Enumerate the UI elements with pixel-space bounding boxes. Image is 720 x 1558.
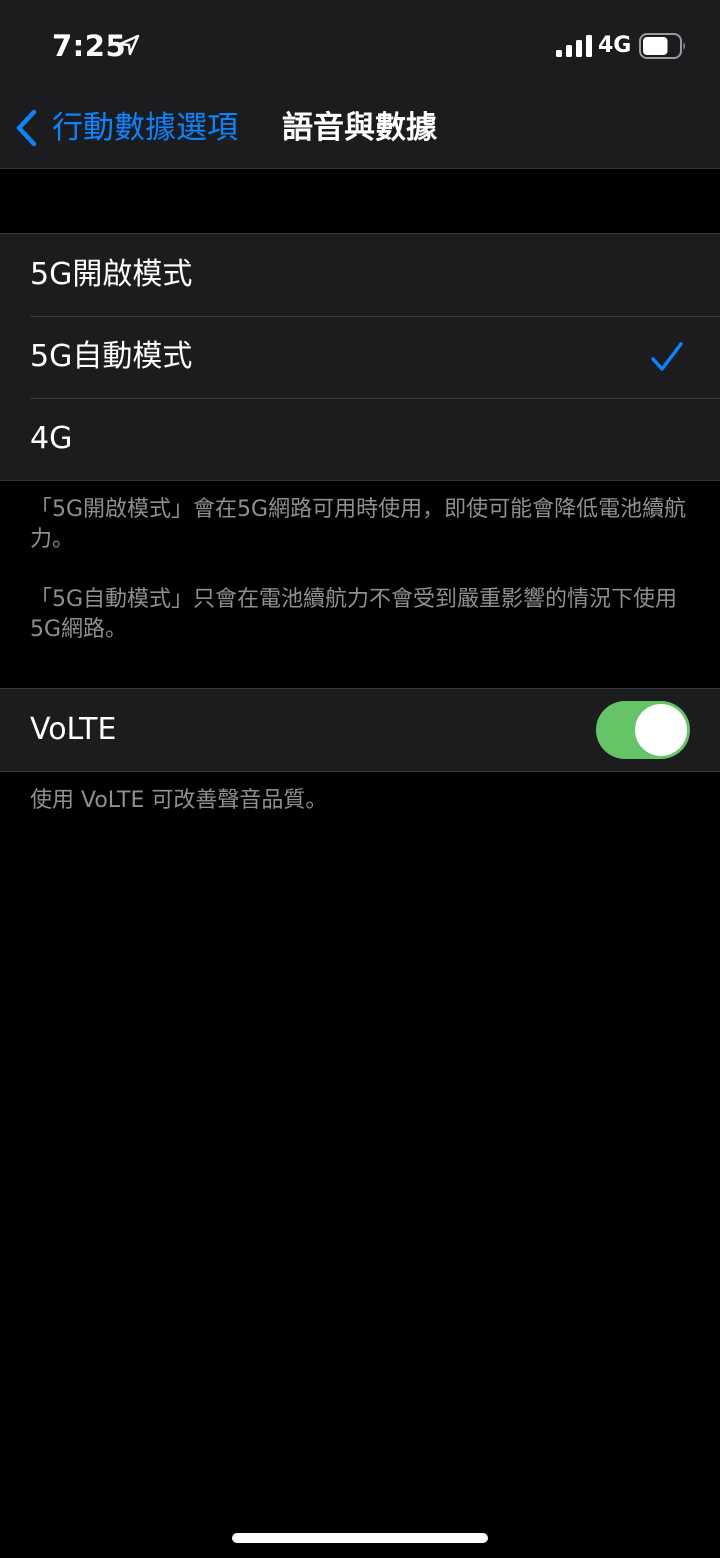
options-footnote: 「5G開啟模式」會在5G網路可用時使用，即使可能會降低電池續航力。 「5G自動模… xyxy=(30,495,692,645)
volte-footnote: 使用 VoLTE 可改善聲音品質。 xyxy=(30,788,328,813)
chevron-left-icon xyxy=(16,109,37,147)
voice-data-options-group: 5G開啟模式 5G自動模式 4G xyxy=(0,233,720,481)
navigation-bar: 行動數據選項 語音與數據 xyxy=(0,88,720,169)
volte-row: VoLTE xyxy=(0,689,720,771)
footnote-5g-auto: 「5G自動模式」只會在電池續航力不會受到嚴重影響的情況下使用5G網路。 xyxy=(30,587,678,642)
status-time: 7:25 xyxy=(52,29,127,63)
option-5g-auto[interactable]: 5G自動模式 xyxy=(0,316,720,398)
toggle-knob xyxy=(635,704,687,756)
page-title: 語音與數據 xyxy=(282,110,437,146)
status-bar: 7:25 4G xyxy=(0,0,720,88)
option-4g[interactable]: 4G xyxy=(0,398,720,480)
footnote-5g-on: 「5G開啟模式」會在5G網路可用時使用，即使可能會降低電池續航力。 xyxy=(30,497,687,552)
back-button[interactable]: 行動數據選項 xyxy=(12,104,238,152)
home-indicator[interactable] xyxy=(232,1533,488,1543)
option-label: 5G開啟模式 xyxy=(30,257,193,292)
battery-icon xyxy=(639,33,685,59)
volte-toggle[interactable] xyxy=(596,701,690,759)
back-label: 行動數據選項 xyxy=(52,110,238,146)
volte-label: VoLTE xyxy=(30,712,117,747)
checkmark-icon xyxy=(651,342,683,371)
signal-bars-icon xyxy=(556,35,592,57)
option-label: 5G自動模式 xyxy=(30,339,193,374)
location-arrow-icon xyxy=(118,34,140,56)
option-label: 4G xyxy=(30,421,73,456)
network-type-label: 4G xyxy=(598,33,632,58)
option-5g-on[interactable]: 5G開啟模式 xyxy=(0,234,720,316)
volte-group: VoLTE xyxy=(0,688,720,772)
